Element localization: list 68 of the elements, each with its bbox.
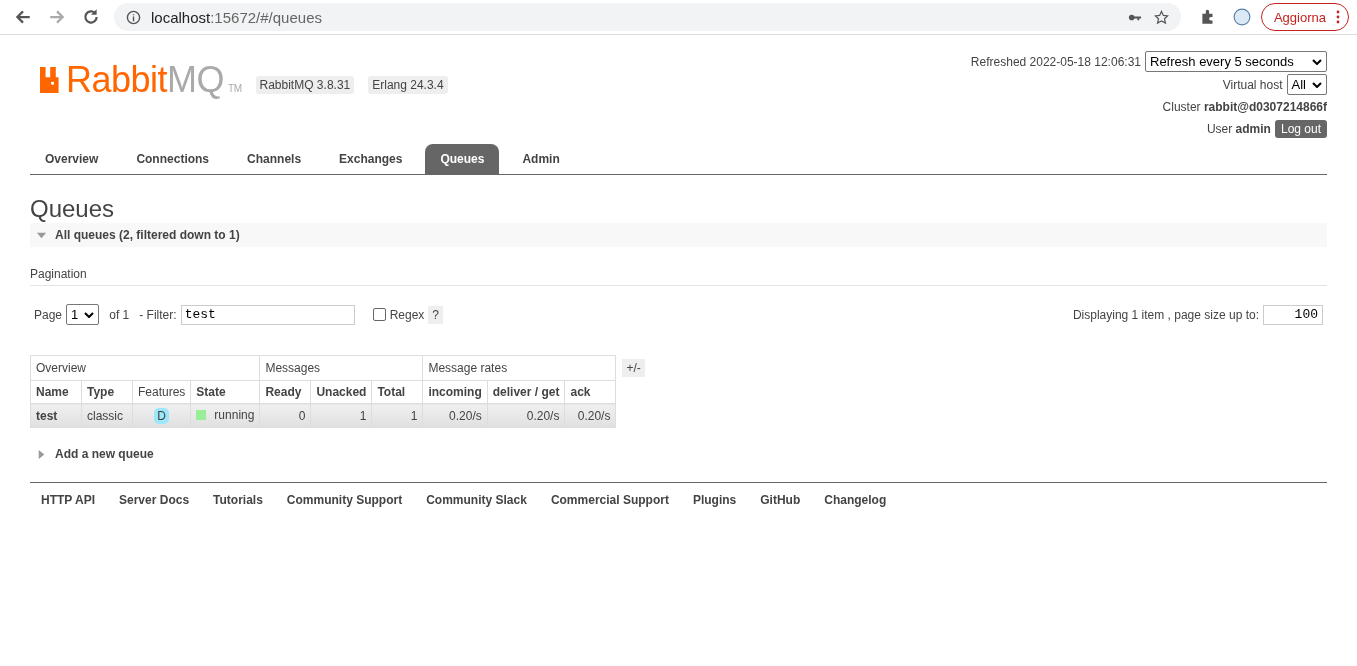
logo-text: RabbitMQ TM — [66, 59, 242, 101]
vhost-label: Virtual host — [1222, 77, 1283, 92]
footer-link[interactable]: Changelog — [824, 493, 887, 507]
nav-tab[interactable]: Channels — [232, 144, 317, 174]
logout-button[interactable]: Log out — [1274, 120, 1327, 138]
filter-label: - Filter: — [139, 307, 177, 322]
help-button[interactable]: ? — [428, 305, 443, 324]
footer-link[interactable]: Community Slack — [426, 493, 527, 507]
refreshed-text: Refreshed 2022-05-18 12:06:31 — [970, 54, 1141, 69]
footer-link[interactable]: Server Docs — [119, 493, 190, 507]
address-bar[interactable]: localhost:15672/#/queues — [114, 3, 1181, 31]
vhost-select[interactable]: All — [1286, 74, 1327, 95]
column-header: Ready — [259, 380, 311, 404]
footer-link[interactable]: Commercial Support — [550, 493, 669, 507]
chevron-down-icon — [84, 311, 95, 318]
column-header: State — [190, 380, 260, 404]
more-icon — [1336, 10, 1340, 24]
profile-icon[interactable] — [1232, 8, 1251, 26]
regex-label: Regex — [389, 307, 425, 322]
cluster-text: Cluster rabbit@d0307214866f — [1162, 100, 1327, 114]
column-group-header: Message rates — [422, 355, 616, 381]
page-count: of 1 — [109, 307, 130, 322]
user-text: User admin — [1206, 122, 1271, 136]
column-header: Name — [30, 380, 82, 404]
footer-link[interactable]: Tutorials — [213, 493, 263, 507]
column-group-header: Overview — [30, 355, 260, 381]
nav-tab[interactable]: Connections — [121, 144, 225, 174]
queue-name-link[interactable]: test — [30, 403, 82, 428]
footer-link[interactable]: HTTP API — [41, 493, 95, 507]
reload-icon[interactable] — [82, 8, 100, 26]
version-badge: Erlang 24.3.4 — [368, 76, 448, 94]
version-badge: RabbitMQ 3.8.31 — [255, 76, 355, 94]
page-select[interactable]: 1 — [66, 304, 100, 325]
nav-tab[interactable]: Exchanges — [324, 144, 418, 174]
info-icon[interactable] — [126, 9, 141, 25]
nav-tab[interactable]: Queues — [425, 144, 500, 174]
column-header: deliver / get — [487, 380, 565, 404]
durable-badge: D — [154, 407, 169, 424]
footer-link[interactable]: Plugins — [692, 493, 737, 507]
columns-toggle-button[interactable]: +/- — [622, 359, 645, 377]
column-header: ack — [564, 380, 616, 404]
page-label: Page — [34, 307, 63, 322]
nav-tab[interactable]: Overview — [30, 144, 114, 174]
column-header: incoming — [422, 380, 488, 404]
displaying-text: Displaying 1 item , page size up to: — [1072, 307, 1259, 322]
column-group-header: Messages — [259, 355, 423, 381]
refresh-select[interactable]: Refresh every 5 seconds — [1145, 51, 1327, 72]
back-icon[interactable] — [14, 8, 32, 26]
column-header: Type — [81, 380, 133, 404]
column-header: Total — [371, 380, 423, 404]
star-icon[interactable] — [1153, 9, 1169, 25]
page-size-field[interactable]: 100 — [1263, 304, 1323, 325]
filter-field[interactable]: test — [180, 304, 355, 325]
column-header: Unacked — [310, 380, 372, 404]
section-header[interactable]: All queues (2, filtered down to 1) — [30, 223, 1327, 247]
chevron-down-icon — [1312, 81, 1322, 88]
footer-link[interactable]: GitHub — [760, 493, 801, 507]
nav-tab[interactable]: Admin — [507, 144, 575, 174]
state-text: running — [214, 408, 255, 422]
page-title: Queues — [30, 195, 116, 223]
update-button[interactable]: Aggiorna — [1260, 3, 1349, 31]
column-header: Features — [132, 380, 191, 404]
url-text: localhost:15672/#/queues — [151, 8, 322, 26]
add-queue-section-header[interactable]: Add a new queue — [30, 442, 1327, 466]
chevron-down-icon — [1312, 58, 1322, 65]
pagination-heading: Pagination — [30, 267, 1327, 286]
regex-checkbox[interactable] — [372, 308, 386, 321]
footer-link[interactable]: Community Support — [286, 493, 403, 507]
